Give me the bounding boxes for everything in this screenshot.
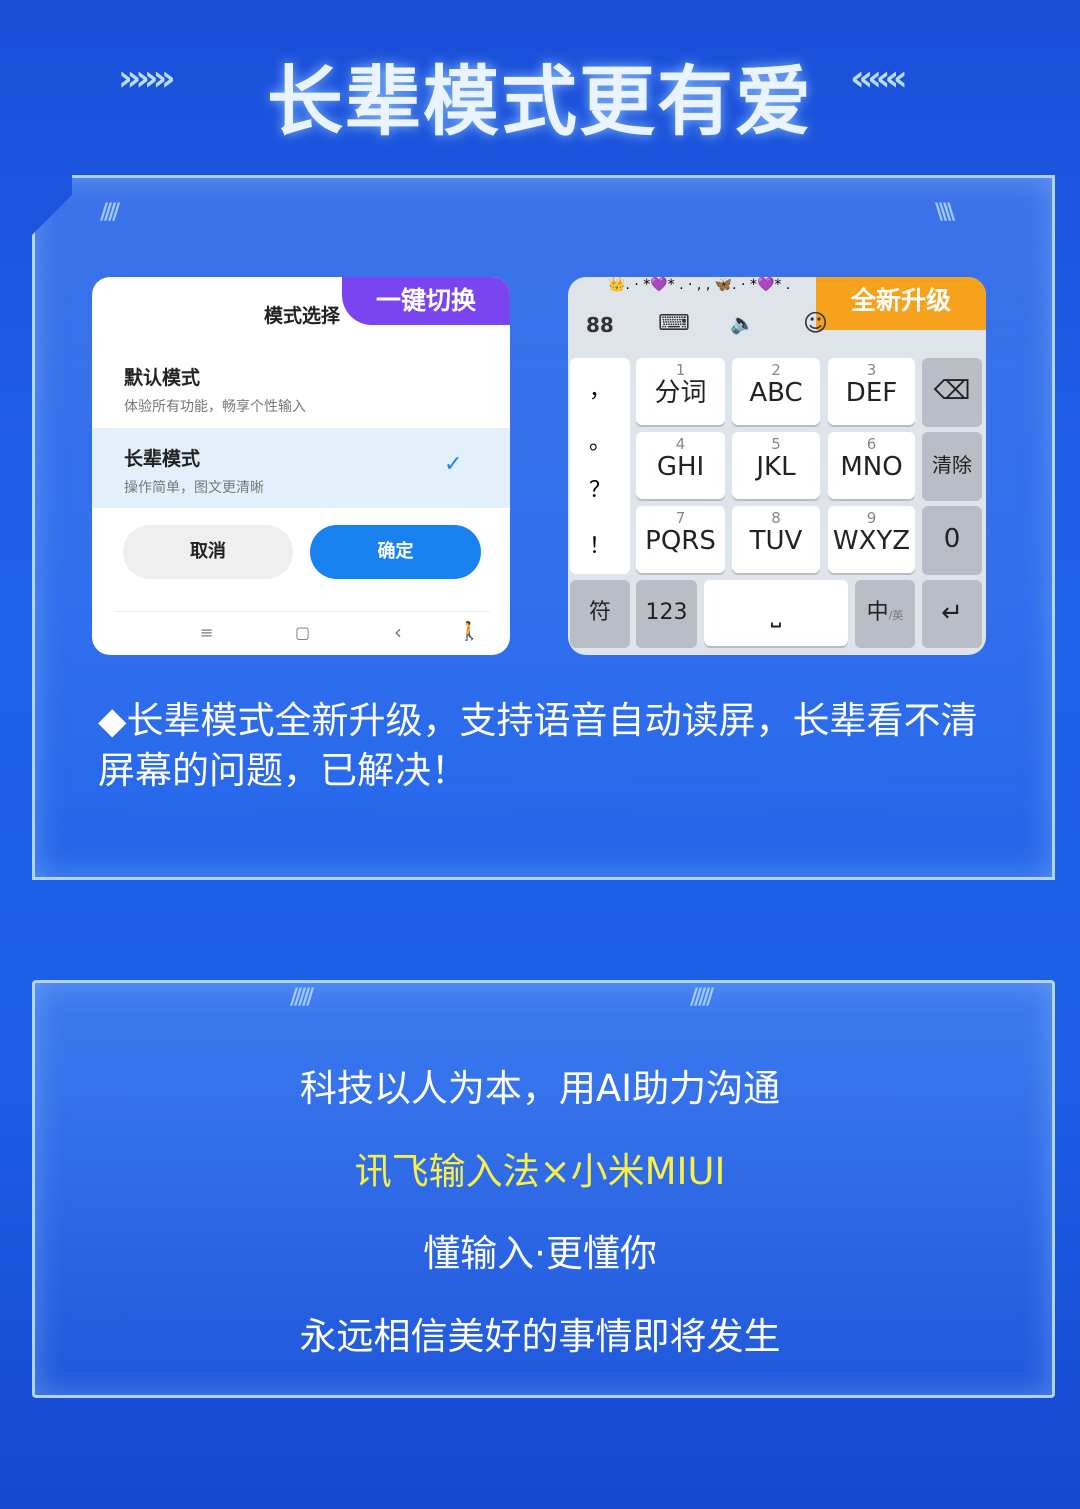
key-number: 2: [771, 361, 781, 379]
key-number: 4: [675, 435, 686, 453]
clear-key[interactable]: 清除: [922, 432, 982, 499]
backspace-key[interactable]: ⌫: [922, 358, 982, 425]
one-click-switch-badge: 一键切换: [342, 277, 510, 325]
option-elder-mode[interactable]: 长辈模式 操作简单，图文更清晰 ✓: [92, 428, 510, 508]
language-key[interactable]: 中/英: [855, 580, 915, 646]
mode-select-dialog: 模式选择 一键切换 默认模式 体验所有功能，畅享个性输入 长辈模式 操作简单，图…: [92, 277, 510, 655]
key-7[interactable]: 7 PQRS: [636, 506, 725, 573]
key-9[interactable]: 9 WXYZ: [828, 506, 915, 573]
closing-line: 科技以人为本，用AI助力沟通: [299, 1067, 781, 1110]
emoji-icon[interactable]: ☺: [803, 309, 828, 337]
option-title: 默认模式: [124, 367, 201, 389]
key-comma[interactable]: ，: [570, 372, 630, 404]
check-icon: ✓: [444, 452, 463, 477]
key-5[interactable]: 5 JKL: [732, 432, 820, 499]
chevrons-left-icon: «««: [850, 58, 908, 99]
confirm-button[interactable]: 确定: [310, 525, 481, 579]
stripe-decoration: \\\\: [935, 200, 955, 225]
key-1[interactable]: 1 分词: [636, 358, 725, 425]
key-label: PQRS: [645, 526, 716, 556]
lang-sub-label: /英: [888, 609, 904, 622]
divider: [114, 611, 490, 612]
keyboard-preview: 👑. · *💜* . · , , 🦋. · *💜* . 全新升级 88 ⌨ 🔈 …: [568, 277, 986, 655]
space-mic-icon: ⎵: [770, 598, 782, 628]
stripe-decoration: /////: [690, 985, 714, 1010]
key-number: 5: [771, 435, 781, 453]
key-4[interactable]: 4 GHI: [636, 432, 725, 499]
space-key[interactable]: ⎵: [704, 580, 848, 646]
option-desc: 体验所有功能，畅享个性输入: [124, 399, 306, 415]
key-label: TUV: [749, 526, 803, 556]
key-label: ABC: [749, 378, 803, 408]
key-exclaim[interactable]: ！: [570, 528, 630, 560]
key-label: GHI: [656, 452, 705, 482]
key-6[interactable]: 6 MNO: [828, 432, 915, 499]
menu-icon[interactable]: ≡: [200, 623, 213, 642]
cancel-button[interactable]: 取消: [123, 525, 293, 579]
apps-icon[interactable]: 88: [586, 313, 614, 337]
key-number: 6: [866, 435, 877, 453]
closing-line-highlight: 讯飞输入法×小米MIUI: [354, 1150, 726, 1193]
key-question[interactable]: ？: [570, 472, 630, 504]
key-label: DEF: [845, 378, 898, 408]
key-label: JKL: [756, 452, 796, 482]
key-number: 3: [866, 361, 877, 379]
key-label: 分词: [654, 378, 707, 408]
enter-key[interactable]: ↵: [922, 580, 982, 646]
key-number: 8: [771, 509, 781, 527]
closing-line: 懂输入·更懂你: [423, 1232, 657, 1275]
stripe-decoration: /////: [290, 985, 314, 1010]
key-period[interactable]: 。: [570, 424, 630, 456]
keyboard-icon[interactable]: ⌨: [658, 311, 690, 336]
dialog-title: 模式选择: [264, 305, 341, 327]
option-title: 长辈模式: [124, 448, 201, 470]
key-3[interactable]: 3 DEF: [828, 358, 915, 425]
key-2[interactable]: 2 ABC: [732, 358, 820, 425]
page-title: 长辈模式更有爱: [267, 57, 813, 146]
key-8[interactable]: 8 TUV: [732, 506, 820, 573]
punctuation-column: ， 。 ？ ！: [570, 358, 630, 574]
home-icon[interactable]: ▢: [295, 623, 310, 642]
feature-caption: ◆长辈模式全新升级，支持语音自动读屏，长辈看不清屏幕的问题，已解决！: [98, 699, 978, 792]
back-icon[interactable]: ‹: [394, 620, 402, 644]
key-number: 9: [866, 509, 877, 527]
brand-new-upgrade-badge: 全新升级: [816, 277, 986, 330]
symbol-key[interactable]: 符: [570, 580, 630, 646]
closing-line: 永远相信美好的事情即将发生: [299, 1315, 781, 1358]
key-label: MNO: [840, 452, 903, 482]
lang-label: 中: [866, 600, 889, 625]
key-0[interactable]: 0: [922, 506, 982, 573]
option-default-mode[interactable]: 默认模式 体验所有功能，畅享个性输入: [92, 349, 510, 427]
option-desc: 操作简单，图文更清晰: [124, 480, 264, 496]
numbers-key[interactable]: 123: [636, 580, 697, 646]
accessibility-icon[interactable]: 🚶: [458, 621, 480, 642]
key-number: 1: [675, 361, 686, 379]
badge-text: 全新升级: [850, 286, 951, 315]
speaker-icon[interactable]: 🔈: [730, 311, 755, 335]
stripe-decoration: ////: [100, 200, 120, 225]
emoji-strip: 👑. · *💜* . · , , 🦋. · *💜* .: [608, 277, 791, 293]
key-number: 7: [675, 509, 686, 527]
key-label: WXYZ: [832, 526, 911, 556]
